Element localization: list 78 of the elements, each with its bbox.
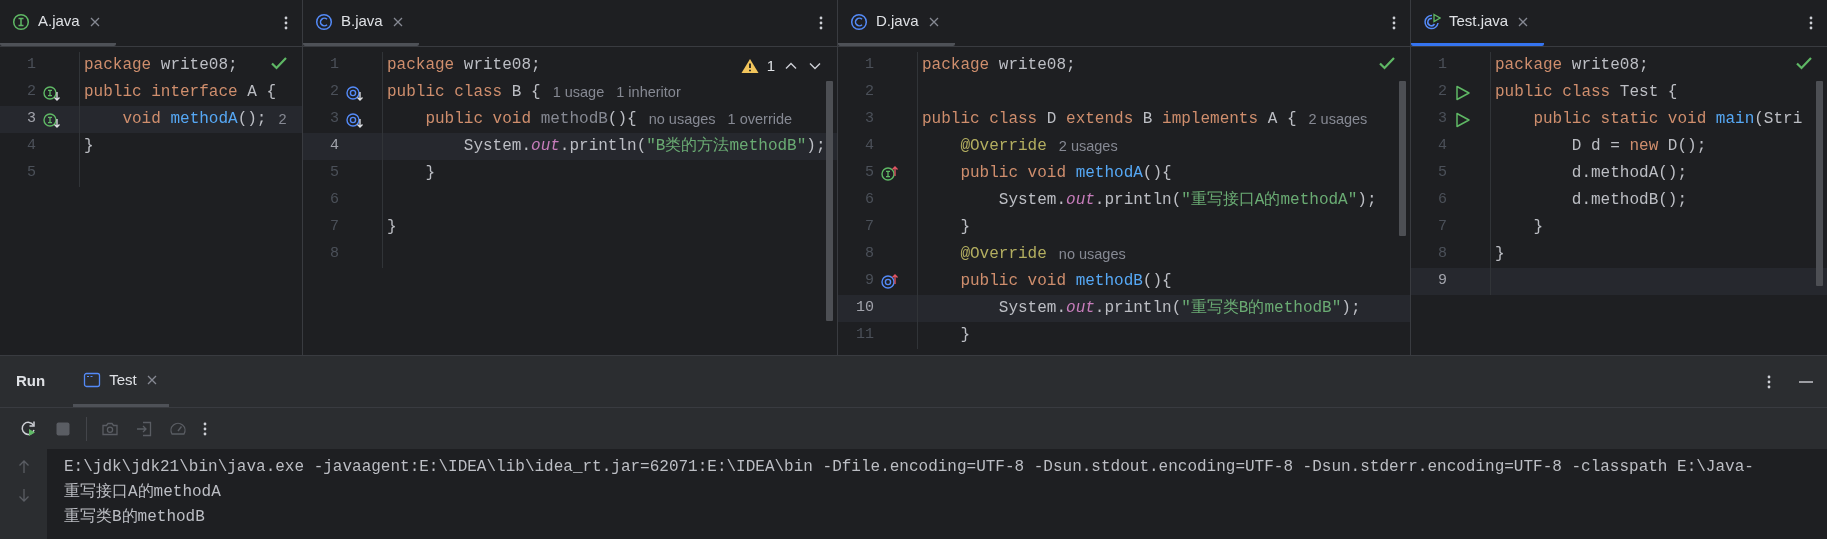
code-text: }	[386, 217, 397, 238]
inlay-hint[interactable]: 2 usages	[1058, 133, 1118, 160]
editor-tab[interactable]: A.java	[0, 0, 116, 46]
more-icon	[203, 421, 207, 436]
code-text: public void methodB(){	[424, 109, 637, 130]
code-text: System.out.println("B类的方法methodB");	[462, 135, 826, 157]
inlay-hint[interactable]: 2 usages	[1308, 106, 1368, 133]
editor-tab[interactable]: D.java	[838, 0, 955, 46]
editor-tab[interactable]: Test.java	[1411, 0, 1545, 46]
subclassed-icon[interactable]	[345, 83, 365, 102]
code-text: d.methodA();	[1570, 163, 1688, 184]
more-icon	[819, 16, 823, 30]
code-text: }	[959, 217, 970, 238]
code-text: package write08;	[921, 55, 1076, 76]
run-icon[interactable]	[1453, 83, 1473, 102]
scrollbar-thumb[interactable]	[1399, 81, 1406, 236]
code-text: package write08;	[386, 55, 541, 76]
inlay-hint[interactable]: 1 override	[727, 106, 793, 133]
line-number: 4	[329, 136, 339, 157]
panel-title: Run	[16, 371, 46, 392]
line-number: 9	[1437, 271, 1447, 292]
class-icon	[315, 12, 333, 31]
code-text: @Override	[959, 136, 1047, 157]
code-text: public class B {	[386, 82, 541, 103]
code-text: d.methodB();	[1570, 190, 1688, 211]
check-icon[interactable]	[1795, 55, 1813, 71]
code-text: }	[424, 163, 435, 184]
implemented-interface-icon[interactable]	[42, 110, 62, 129]
inlay-hint[interactable]: 1 usage	[552, 79, 605, 106]
inlay-hint[interactable]: 1 inheritor	[616, 79, 681, 106]
code-text: public class D extends B implements A {	[921, 109, 1297, 130]
rerun-icon	[20, 419, 38, 438]
scrollbar-thumb[interactable]	[1816, 81, 1823, 286]
console-line: 重写类B的methodB	[64, 507, 206, 528]
code-text: public void methodA(){	[959, 163, 1172, 184]
code-text: }	[959, 325, 970, 346]
code-text: public static void main(Stri	[1532, 109, 1803, 130]
run-icon[interactable]	[1453, 110, 1473, 129]
code-text: System.out.println("重写接口A的methodA");	[997, 190, 1377, 211]
class-icon	[850, 12, 868, 31]
code-text: }	[1532, 217, 1543, 238]
inlay-hint[interactable]: no usages	[1058, 241, 1126, 268]
code-text: public void methodB(){	[959, 271, 1172, 292]
code-text: public class Test {	[1494, 82, 1678, 103]
runnable-class-icon	[1423, 12, 1441, 31]
minimize-icon	[1799, 380, 1813, 383]
code-text: public interface A {	[83, 82, 277, 103]
code-text: package write08;	[83, 55, 238, 76]
check-icon[interactable]	[1378, 55, 1396, 71]
more-icon	[284, 16, 288, 30]
editor-tab[interactable]: B.java	[303, 0, 419, 46]
scrollbar-thumb[interactable]	[826, 81, 833, 321]
overrides-method-icon[interactable]	[880, 272, 900, 291]
line-number: 10	[855, 298, 874, 319]
console-line: 重写接口A的methodA	[64, 482, 222, 503]
implements-method-icon[interactable]	[880, 164, 900, 183]
code-text: D d = new D();	[1570, 136, 1707, 157]
interface-icon	[12, 12, 30, 31]
subclassed-icon[interactable]	[345, 110, 365, 129]
line-number: 3	[26, 109, 36, 130]
inlay-hint[interactable]: no usages	[648, 106, 716, 133]
code-text: void methodA();	[121, 109, 267, 130]
code-text: @Override	[959, 244, 1047, 265]
check-icon[interactable]	[270, 55, 288, 71]
code-text: System.out.println("重写类B的methodB");	[997, 298, 1361, 319]
console-icon	[83, 372, 102, 388]
console-line: E:\jdk\jdk21\bin\java.exe -javaagent:E:\IDEA\lib\idea_rt.jar=62071:E:\IDEA\bin -Dfile.encoding=UTF-8 -Dsun.stdout.encoding=UTF-8 -Dsun.stderr.encoding=UTF-8 -classpath E:\Java-	[64, 457, 1755, 478]
warning-icon[interactable]	[740, 58, 759, 75]
more-icon	[1767, 374, 1771, 389]
inlay-hint[interactable]: 2	[278, 106, 287, 133]
implemented-interface-icon[interactable]	[42, 83, 62, 102]
warning-count: 1	[766, 56, 775, 76]
code-text: }	[83, 136, 94, 157]
exit-icon	[135, 419, 153, 438]
more-icon	[1392, 16, 1396, 30]
more-icon	[1809, 16, 1813, 30]
code-text: package write08;	[1494, 55, 1649, 76]
code-text: }	[1494, 244, 1505, 265]
